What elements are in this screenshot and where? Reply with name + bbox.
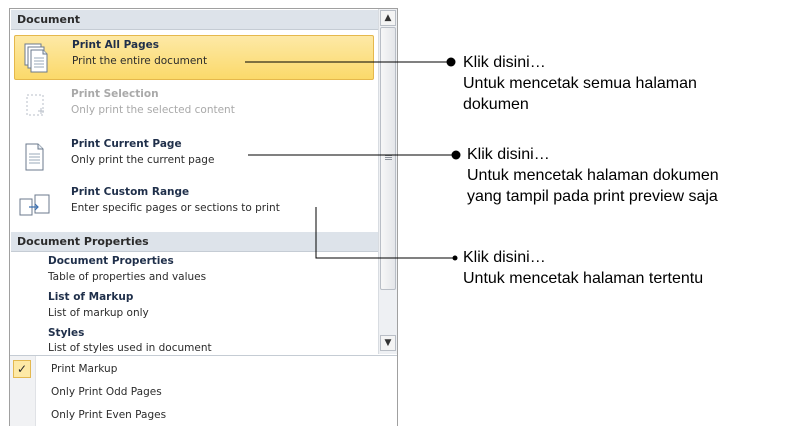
annotation-line: dokumen bbox=[463, 96, 529, 113]
annotation-custom-range: Klik disini… Untuk mencetak halaman tert… bbox=[463, 247, 703, 289]
annotation-line: Untuk mencetak halaman dokumen bbox=[467, 167, 719, 184]
annotation-line: Klik disini… bbox=[463, 249, 546, 266]
annotation-line: Untuk mencetak semua halaman bbox=[463, 75, 697, 92]
annotation-line: Klik disini… bbox=[463, 54, 546, 71]
annotation-line: Klik disini… bbox=[467, 146, 550, 163]
annotation-line: Untuk mencetak halaman tertentu bbox=[463, 270, 704, 287]
annotation-current-page: Klik disini… Untuk mencetak halaman doku… bbox=[467, 144, 719, 207]
annotation-print-all: Klik disini… Untuk mencetak semua halama… bbox=[463, 52, 697, 115]
annotation-line: yang tampil pada print preview saja bbox=[467, 188, 718, 205]
